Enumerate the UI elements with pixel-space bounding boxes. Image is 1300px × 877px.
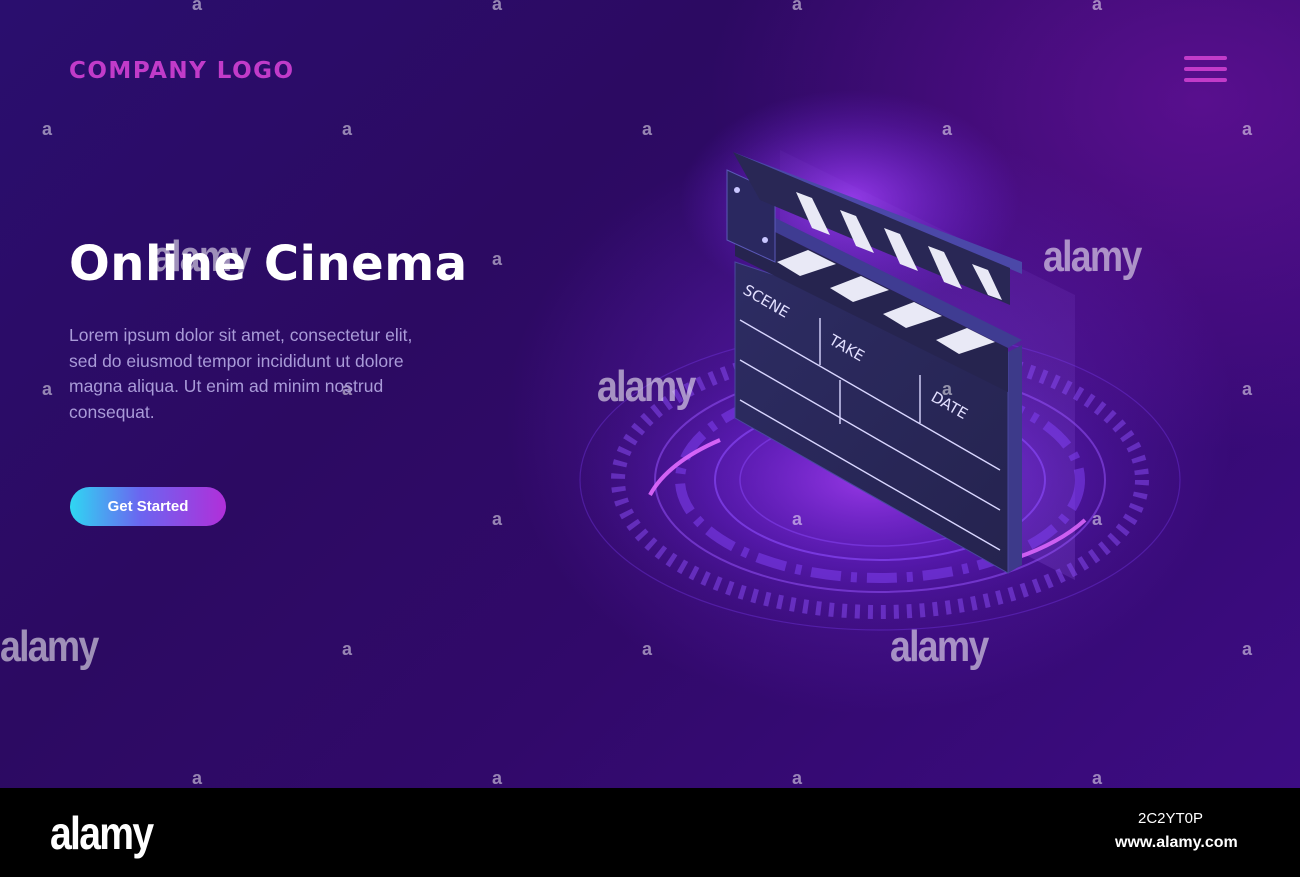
- watermark-letter: a: [1092, 768, 1103, 788]
- watermark-letter: a: [942, 379, 953, 399]
- watermark-letter: a: [342, 639, 353, 659]
- watermark-letter: a: [1092, 509, 1103, 529]
- watermark-letter: a: [1242, 639, 1253, 659]
- watermark-logo: alamy: [152, 232, 251, 281]
- footer-url[interactable]: www.alamy.com: [1115, 834, 1238, 852]
- watermark-letter: a: [492, 509, 503, 529]
- watermark-letter: a: [1242, 119, 1253, 139]
- watermark-letter: a: [42, 379, 53, 399]
- watermark-letter: a: [942, 119, 953, 139]
- watermark-letter: a: [792, 0, 803, 14]
- image-id: 2C2YT0P: [1138, 810, 1204, 827]
- menu-bar: [1184, 56, 1227, 60]
- watermark-letter: a: [1092, 0, 1103, 14]
- watermark-letter: a: [192, 768, 203, 788]
- watermark-letter: a: [792, 509, 803, 529]
- watermark-letter: a: [492, 768, 503, 788]
- watermark-letter: a: [1242, 379, 1253, 399]
- watermark-logo: alamy: [597, 362, 696, 411]
- company-logo[interactable]: COMPANY LOGO: [69, 58, 295, 84]
- stock-footer: [0, 788, 1300, 877]
- watermark-letter: a: [342, 119, 353, 139]
- watermark-logo: alamy: [890, 622, 989, 671]
- hero-section: SCENE TAKE DATE a a a a a a a a a a a a …: [0, 0, 1300, 788]
- page-title: Online Cinema: [69, 236, 468, 292]
- watermark-letter: a: [492, 0, 503, 14]
- watermark-letter: a: [42, 119, 53, 139]
- watermark-letter: a: [492, 249, 503, 269]
- watermark-logo: alamy: [1043, 232, 1142, 281]
- footer-logo: alamy: [50, 807, 154, 859]
- hamburger-menu-icon[interactable]: [1183, 54, 1229, 88]
- watermark-letter: a: [642, 639, 653, 659]
- watermark-letter: a: [192, 0, 203, 14]
- menu-bar: [1184, 78, 1227, 82]
- menu-bar: [1184, 67, 1227, 71]
- watermark-letter: a: [642, 119, 653, 139]
- get-started-button[interactable]: Get Started: [70, 487, 226, 526]
- hero-description: Lorem ipsum dolor sit amet, consectetur …: [69, 325, 413, 422]
- watermark-logo: alamy: [0, 622, 99, 671]
- watermark-letter: a: [792, 768, 803, 788]
